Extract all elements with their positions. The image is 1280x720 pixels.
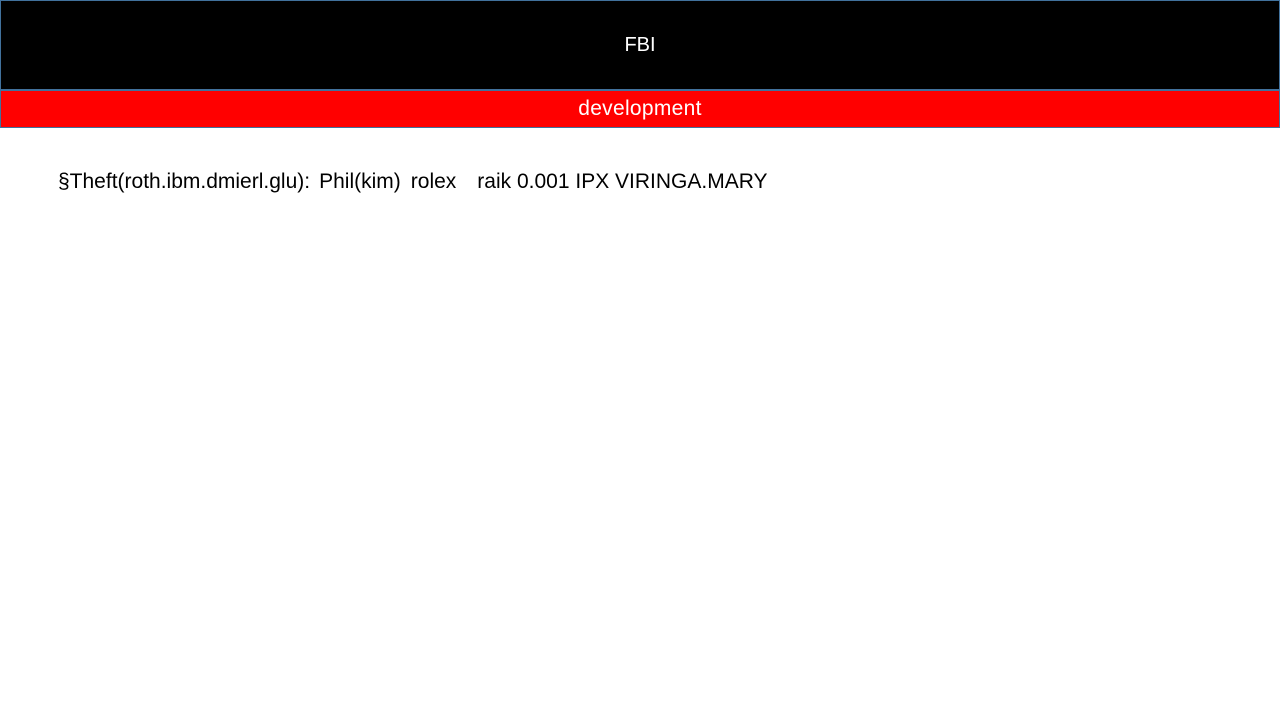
content-line: §Theft(roth.ibm.dmierl.glu): Phil(kim) r… — [58, 168, 768, 196]
item-name: rolex — [410, 170, 457, 193]
subheader-title: development — [578, 97, 702, 120]
subheader-bar: development — [0, 90, 1280, 128]
header-title: FBI — [624, 33, 656, 56]
person-name: Phil(kim) — [319, 170, 401, 193]
theft-reference: §Theft(roth.ibm.dmierl.glu): — [58, 170, 311, 193]
header-bar: FBI — [0, 0, 1280, 90]
slide: FBI development §Theft(roth.ibm.dmierl.g… — [0, 0, 1280, 720]
detail-text: raik 0.001 IPX VIRINGA.MARY — [477, 170, 768, 193]
